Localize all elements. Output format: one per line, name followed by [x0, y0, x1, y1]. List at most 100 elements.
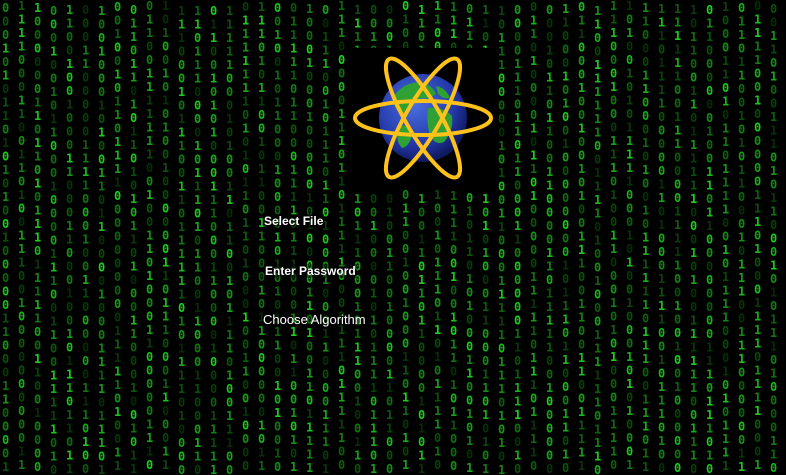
svg-text:0: 0 [658, 340, 665, 354]
svg-text:1: 1 [434, 229, 441, 243]
enter-password-field[interactable]: Enter Password [264, 264, 357, 278]
svg-text:0: 0 [258, 432, 265, 446]
svg-text:1: 1 [754, 391, 761, 405]
svg-text:0: 0 [18, 283, 25, 297]
svg-text:0: 0 [18, 80, 25, 94]
svg-text:1: 1 [146, 80, 153, 94]
svg-text:0: 0 [498, 85, 505, 99]
svg-text:1: 1 [754, 94, 761, 108]
svg-text:1: 1 [546, 260, 553, 274]
svg-text:0: 0 [498, 396, 505, 410]
svg-text:0: 0 [34, 244, 41, 258]
svg-text:1: 1 [642, 231, 649, 245]
svg-text:0: 0 [274, 55, 281, 69]
svg-text:1: 1 [674, 2, 681, 16]
select-file-button[interactable]: Select File [263, 214, 325, 228]
svg-text:0: 0 [242, 338, 249, 352]
svg-text:0: 0 [34, 55, 41, 69]
svg-text:0: 0 [2, 123, 9, 137]
svg-text:1: 1 [178, 18, 185, 32]
svg-text:0: 0 [658, 151, 665, 165]
svg-text:0: 0 [738, 42, 745, 56]
svg-text:0: 0 [322, 111, 329, 125]
svg-text:0: 0 [626, 202, 633, 216]
svg-text:1: 1 [450, 378, 457, 392]
svg-text:1: 1 [18, 148, 25, 162]
svg-text:0: 0 [578, 203, 585, 217]
svg-text:0: 0 [322, 233, 329, 247]
svg-text:1: 1 [642, 285, 649, 299]
svg-text:1: 1 [50, 328, 57, 342]
svg-text:1: 1 [690, 192, 697, 206]
svg-text:1: 1 [322, 408, 329, 422]
svg-text:0: 0 [290, 447, 297, 461]
svg-text:0: 0 [162, 40, 169, 54]
svg-text:1: 1 [194, 261, 201, 275]
svg-text:1: 1 [98, 166, 105, 180]
svg-text:0: 0 [274, 433, 281, 447]
svg-text:1: 1 [498, 436, 505, 450]
svg-text:1: 1 [706, 395, 713, 409]
svg-text:0: 0 [578, 270, 585, 284]
svg-text:0: 0 [354, 206, 361, 220]
svg-text:0: 0 [514, 246, 521, 260]
svg-text:0: 0 [642, 379, 649, 393]
svg-text:1: 1 [194, 58, 201, 72]
svg-text:1: 1 [2, 69, 9, 83]
svg-text:1: 1 [418, 314, 425, 328]
svg-text:0: 0 [642, 217, 649, 231]
svg-text:1: 1 [706, 341, 713, 355]
svg-text:0: 0 [162, 202, 169, 216]
svg-text:0: 0 [706, 287, 713, 301]
svg-text:0: 0 [162, 364, 169, 378]
svg-text:1: 1 [594, 369, 601, 383]
svg-text:0: 0 [370, 3, 377, 17]
svg-text:0: 0 [114, 216, 121, 230]
svg-text:0: 0 [450, 324, 457, 338]
svg-text:0: 0 [50, 220, 57, 234]
svg-text:1: 1 [770, 448, 777, 462]
svg-text:1: 1 [434, 269, 441, 283]
svg-text:1: 1 [594, 342, 601, 356]
svg-text:1: 1 [194, 180, 201, 194]
svg-text:0: 0 [706, 246, 713, 260]
svg-text:0: 0 [546, 30, 553, 44]
svg-text:1: 1 [274, 109, 281, 123]
svg-text:0: 0 [114, 189, 121, 203]
svg-text:1: 1 [130, 17, 137, 31]
svg-text:1: 1 [434, 391, 441, 405]
svg-text:1: 1 [418, 422, 425, 436]
svg-text:1: 1 [194, 450, 201, 464]
choose-algorithm-dropdown[interactable]: Choose Algorithm [262, 312, 367, 327]
svg-text:1: 1 [498, 220, 505, 234]
svg-text:0: 0 [210, 166, 217, 180]
svg-text:1: 1 [210, 207, 217, 221]
svg-text:1: 1 [674, 232, 681, 246]
svg-text:0: 0 [754, 67, 761, 81]
svg-text:0: 0 [514, 300, 521, 314]
svg-text:1: 1 [690, 84, 697, 98]
svg-text:1: 1 [610, 404, 617, 418]
svg-text:0: 0 [338, 67, 345, 81]
svg-text:0: 0 [450, 446, 457, 460]
svg-text:0: 0 [338, 364, 345, 378]
svg-text:0: 0 [370, 449, 377, 463]
atom-globe-icon [353, 56, 493, 180]
svg-text:0: 0 [530, 392, 537, 406]
svg-text:0: 0 [546, 449, 553, 463]
svg-text:1: 1 [66, 327, 73, 341]
svg-text:1: 1 [130, 57, 137, 71]
svg-text:0: 0 [34, 393, 41, 407]
svg-text:0: 0 [82, 341, 89, 355]
svg-text:1: 1 [658, 2, 665, 16]
svg-text:0: 0 [2, 420, 9, 434]
svg-text:0: 0 [226, 99, 233, 113]
svg-text:1: 1 [658, 83, 665, 97]
svg-text:0: 0 [18, 391, 25, 405]
svg-text:1: 1 [18, 161, 25, 175]
svg-text:0: 0 [402, 283, 409, 297]
svg-text:1: 1 [194, 436, 201, 450]
svg-text:0: 0 [370, 192, 377, 206]
svg-text:0: 0 [594, 301, 601, 315]
svg-text:0: 0 [578, 149, 585, 163]
